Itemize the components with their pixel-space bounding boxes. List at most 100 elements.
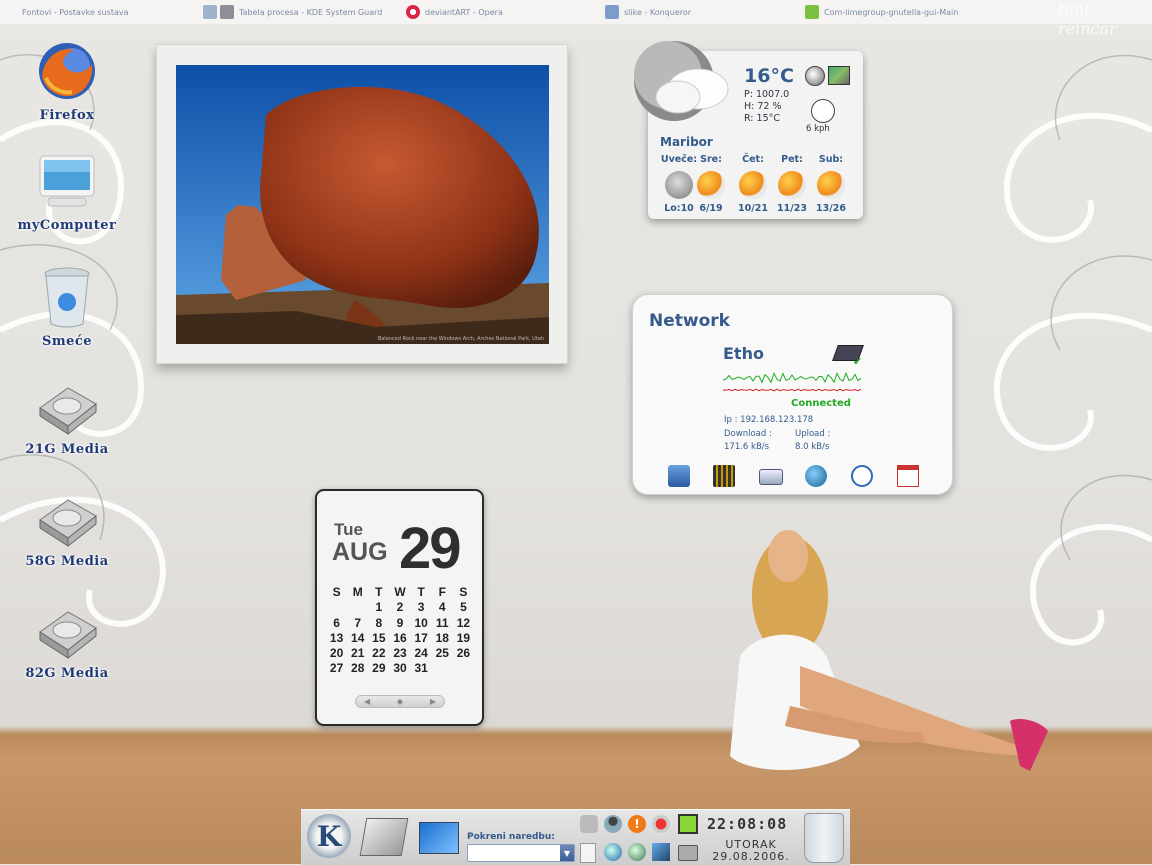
calendar-widget[interactable]: Tue AUG 29 S M T W T F S 1 2 3 4 5 6 7 8 9 10 11 12 13 14 15 1…	[315, 489, 484, 726]
desktop-icon-label: Firefox	[39, 108, 95, 123]
run-command-label: Pokreni naredbu:	[467, 832, 555, 842]
calendar-day-cell[interactable]: 20	[326, 646, 347, 661]
calendar-day-cell[interactable]: 28	[347, 661, 368, 676]
desktop-icon-label: 21G Media	[25, 442, 109, 457]
partly-sunny-icon	[697, 171, 725, 199]
balanced-rock-photo: Balanced Rock near the Windows Arch, Arc…	[176, 65, 549, 344]
desktop-preview-icon[interactable]	[419, 822, 459, 854]
hard-drive-icon	[39, 611, 97, 660]
desktop-icon-82g-media[interactable]: 82G Media	[12, 606, 122, 681]
calendar-day-cell[interactable]: 24	[411, 646, 432, 661]
upload-label: Upload :	[795, 429, 831, 439]
warning-icon[interactable]: !	[628, 815, 646, 833]
desktop-icon-label: 58G Media	[25, 554, 109, 569]
today-button[interactable]: ◆	[397, 697, 403, 706]
desktop-icon-firefox[interactable]: Firefox	[12, 38, 122, 123]
calendar-day-cell[interactable]: 14	[347, 631, 368, 646]
network-share-icon[interactable]	[652, 843, 670, 861]
computer-icon[interactable]	[668, 465, 690, 487]
calendar-day-cell[interactable]: 23	[389, 646, 410, 661]
calendar-day-cell[interactable]: 5	[453, 600, 474, 615]
kde-menu-icon[interactable]: K	[307, 814, 351, 858]
monitor-icon	[39, 155, 95, 207]
desktop-icon-21g-media[interactable]: 21G Media	[12, 382, 122, 457]
calendar-day-cell[interactable]: 1	[368, 600, 389, 615]
partly-sunny-icon	[817, 171, 845, 199]
calendar-day-cell[interactable]: 12	[453, 616, 474, 631]
calendar-day-cell[interactable]: 2	[389, 600, 410, 615]
desktop-icon-mycomputer[interactable]: myComputer	[12, 152, 122, 233]
globe-icon[interactable]	[805, 66, 825, 86]
calendar-day-cell[interactable]: 30	[389, 661, 410, 676]
calendar-day-cell[interactable]: 25	[432, 646, 453, 661]
calendar-day-cell[interactable]: 11	[432, 616, 453, 631]
clock-icon[interactable]	[851, 465, 873, 487]
calendar-day-cell[interactable]: 19	[453, 631, 474, 646]
calendar-day-cell[interactable]: 18	[432, 631, 453, 646]
calendar-day-cell[interactable]: 10	[411, 616, 432, 631]
calendar-day-cell[interactable]: 29	[368, 661, 389, 676]
network-monitor-widget[interactable]: Network Etho ✔ Connected Ip : 192.168.12…	[632, 294, 953, 495]
run-command-dropdown[interactable]: ▼	[560, 845, 574, 861]
printer-icon[interactable]	[678, 845, 698, 861]
forecast-day: Sre: 6/19	[691, 154, 731, 214]
calendar-day-cell[interactable]: 26	[453, 646, 474, 661]
map-icon[interactable]	[828, 66, 850, 85]
drive-icon[interactable]	[759, 469, 783, 485]
browser-icon[interactable]	[604, 843, 622, 861]
panel-trash-icon[interactable]	[804, 813, 844, 863]
calendar-weekday: Tue	[334, 520, 363, 539]
weather-widget[interactable]: 16°C P: 1007.0 H: 72 % R: 15°C 6 kph Mar…	[634, 41, 863, 219]
desktop-icon-trash[interactable]: Smeće	[12, 264, 122, 349]
calendar-day-cell[interactable]: 16	[389, 631, 410, 646]
checkmark-icon: ✔	[853, 355, 863, 368]
limewire-icon	[805, 5, 819, 19]
calendar-weekday-header: W	[394, 585, 406, 599]
partly-sunny-icon	[778, 171, 806, 199]
task-limewire[interactable]: Com-limegroup-gnutella-gui-Main	[805, 4, 958, 20]
calendar-day-cell[interactable]: 27	[326, 661, 347, 676]
user-icon[interactable]	[604, 815, 622, 833]
konqueror-icon	[605, 5, 619, 19]
show-desktop-icon[interactable]	[359, 818, 409, 856]
calendar-weekday-header: F	[438, 585, 446, 599]
network-globe-icon[interactable]	[805, 465, 827, 487]
panel-clock-time[interactable]: 22:08:08	[707, 815, 787, 833]
task-konqueror[interactable]: slike - Konqueror	[605, 4, 691, 20]
prev-month-button[interactable]: ◀	[364, 697, 370, 706]
calendar-day-cell[interactable]: 3	[411, 600, 432, 615]
network-interface-name: Etho	[723, 344, 764, 363]
calendar-day-cell[interactable]: 22	[368, 646, 389, 661]
calendar-day-cell[interactable]: 17	[411, 631, 432, 646]
photo-frame-widget[interactable]: Balanced Rock near the Windows Arch, Arc…	[156, 44, 568, 364]
forecast-day: Čet: 10/21	[738, 154, 768, 214]
run-command-input[interactable]: ▼	[467, 844, 575, 862]
calendar-day-cell	[453, 661, 474, 676]
task-opera[interactable]: deviantART - Opera	[406, 4, 503, 20]
calendar-icon[interactable]	[897, 465, 919, 487]
weather-wind: 6 kph	[806, 124, 830, 134]
calendar-day-cell[interactable]: 6	[326, 616, 347, 631]
calendar-day-cell[interactable]: 15	[368, 631, 389, 646]
calendar-day-cell[interactable]: 8	[368, 616, 389, 631]
cloudy-moon-icon	[634, 41, 729, 121]
upload-value: 8.0 kB/s	[795, 442, 830, 452]
calendar-day-cell[interactable]: 4	[432, 600, 453, 615]
calendar-day-cell[interactable]: 7	[347, 616, 368, 631]
calendar-day-cell[interactable]: 13	[326, 631, 347, 646]
task-system-guard[interactable]: Tabela procesa - KDE System Guard	[203, 4, 382, 20]
calendar-weekday-header: T	[375, 585, 383, 599]
calendar-day-cell[interactable]: 31	[411, 661, 432, 676]
next-month-button[interactable]: ▶	[430, 697, 436, 706]
desktop-icon-58g-media[interactable]: 58G Media	[12, 494, 122, 569]
calendar-day-cell[interactable]: 9	[389, 616, 410, 631]
calendar-day-cell[interactable]: 21	[347, 646, 368, 661]
web-globe-icon[interactable]	[628, 843, 646, 861]
cpu-monitor-icon[interactable]	[678, 814, 698, 834]
audio-icon[interactable]	[652, 815, 670, 833]
lock-icon[interactable]	[580, 815, 598, 833]
chip-icon[interactable]	[713, 465, 735, 487]
task-fontovi[interactable]: Fontovi - Postavke sustava	[22, 4, 129, 20]
desktop-icon-label: Smeće	[41, 334, 93, 349]
notepad-icon[interactable]	[580, 843, 596, 863]
